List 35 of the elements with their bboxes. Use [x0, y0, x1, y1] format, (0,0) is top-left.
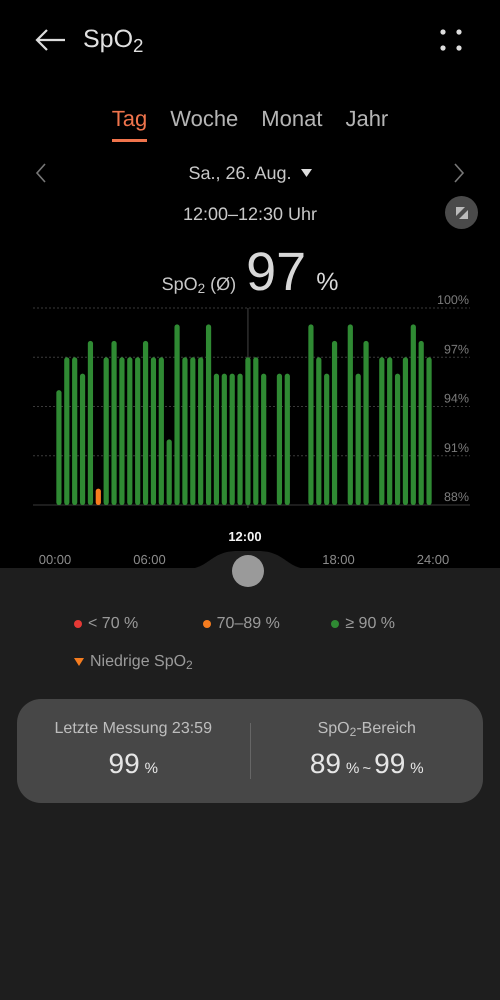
- y-axis-label: 100%: [437, 293, 469, 307]
- legend-label: Niedrige SpO$_{2}$: [90, 652, 193, 674]
- toggle-view-button[interactable]: [445, 196, 478, 229]
- average-label: SpO$_{2}$ (Ø): [162, 273, 236, 298]
- time-interval: 12:00–12:30 Uhr: [182, 202, 318, 226]
- spo2-bar: [96, 488, 101, 505]
- page-title: SpO$_{2}$: [83, 24, 144, 58]
- summary-label: Letzte Messung 23:59: [54, 719, 212, 739]
- more-icon[interactable]: [440, 29, 462, 51]
- dropdown-icon[interactable]: [300, 169, 312, 177]
- date-selector[interactable]: Sa., 26. Aug.: [188, 160, 292, 186]
- x-axis-label: 24:00: [416, 552, 450, 567]
- summary-label: SpO$_{2}$-Bereich: [318, 719, 416, 741]
- back-icon[interactable]: [34, 28, 66, 52]
- spo2-bar: [166, 439, 172, 505]
- period-tab[interactable]: Tag: [112, 102, 148, 142]
- y-axis-label: 88%: [444, 490, 469, 504]
- x-axis-label: 00:00: [38, 552, 72, 567]
- next-icon[interactable]: [453, 163, 465, 183]
- summary-value: 99 %: [108, 747, 158, 781]
- x-axis-label: 06:00: [133, 552, 166, 567]
- y-axis-label: 91%: [444, 440, 469, 455]
- period-tab[interactable]: Woche: [170, 102, 238, 142]
- legend-label: < 70 %: [88, 614, 138, 634]
- legend-label: 70–89 %: [216, 614, 280, 634]
- cursor-time: 12:00: [228, 529, 262, 544]
- period-tab[interactable]: Jahr: [345, 102, 388, 142]
- y-axis-label: 97%: [444, 342, 469, 356]
- average-value: 97 %: [246, 241, 338, 304]
- y-axis-label: 94%: [444, 392, 469, 406]
- previous-icon[interactable]: [35, 163, 47, 183]
- x-axis-label: 18:00: [322, 552, 355, 567]
- period-tab[interactable]: Monat: [261, 102, 322, 142]
- legend-label: ≥ 90 %: [345, 614, 396, 634]
- summary-value: 89 % ~99 %: [310, 747, 424, 781]
